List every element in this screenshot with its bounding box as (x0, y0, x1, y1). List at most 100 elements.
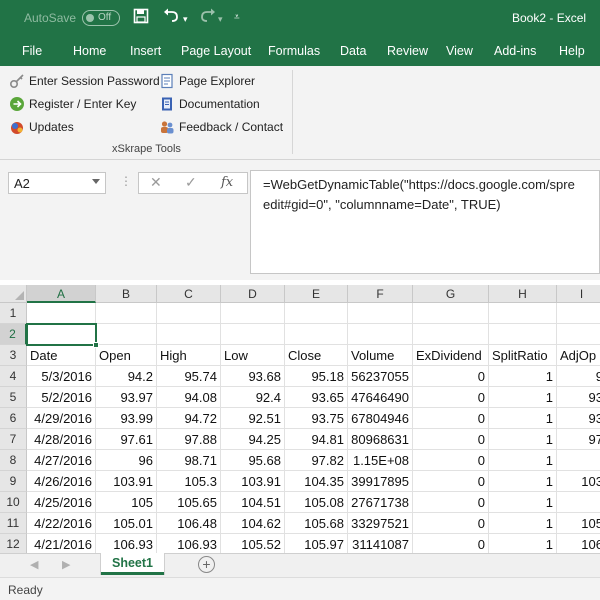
fill-handle[interactable] (93, 342, 99, 348)
cell-d4[interactable]: 93.68 (221, 366, 285, 387)
cell-g12[interactable]: 0 (413, 534, 489, 553)
cell-a7[interactable]: 4/28/2016 (27, 429, 96, 450)
tab-help[interactable]: Help (559, 44, 585, 58)
row-header-5[interactable]: 5 (0, 387, 27, 408)
select-all-corner[interactable] (0, 285, 27, 303)
cell-b9[interactable]: 103.91 (96, 471, 157, 492)
tab-home[interactable]: Home (73, 44, 106, 58)
cell-a1[interactable] (27, 303, 96, 324)
cell-c5[interactable]: 94.08 (157, 387, 221, 408)
cell-f4[interactable]: 56237055 (348, 366, 413, 387)
tab-data[interactable]: Data (340, 44, 366, 58)
cell-d5[interactable]: 92.4 (221, 387, 285, 408)
cell-a6[interactable]: 4/29/2016 (27, 408, 96, 429)
cell-f9[interactable]: 39917895 (348, 471, 413, 492)
autosave-toggle[interactable]: Off (82, 10, 120, 26)
row-header-1[interactable]: 1 (0, 303, 27, 324)
scroll-sheets-right-icon[interactable]: ▶ (62, 558, 70, 571)
cell-d12[interactable]: 105.52 (221, 534, 285, 553)
cell-g1[interactable] (413, 303, 489, 324)
row-header-8[interactable]: 8 (0, 450, 27, 471)
cell-d9[interactable]: 103.91 (221, 471, 285, 492)
name-box-dropdown-icon[interactable] (92, 179, 100, 184)
cell-c1[interactable] (157, 303, 221, 324)
cell-d2[interactable] (221, 324, 285, 345)
cell-d10[interactable]: 104.51 (221, 492, 285, 513)
column-header-e[interactable]: E (285, 285, 348, 303)
cell-b5[interactable]: 93.97 (96, 387, 157, 408)
cell-a5[interactable]: 5/2/2016 (27, 387, 96, 408)
cell-d7[interactable]: 94.25 (221, 429, 285, 450)
cell-b6[interactable]: 93.99 (96, 408, 157, 429)
cell-g2[interactable] (413, 324, 489, 345)
cell-h3[interactable]: SplitRatio (489, 345, 557, 366)
cell-b10[interactable]: 105 (96, 492, 157, 513)
cell-h11[interactable]: 1 (489, 513, 557, 534)
cell-f2[interactable] (348, 324, 413, 345)
cell-i7[interactable]: 97 (557, 429, 600, 450)
formula-input[interactable]: =WebGetDynamicTable("https://docs.google… (250, 170, 600, 274)
undo-icon[interactable] (163, 8, 181, 29)
cell-f5[interactable]: 47646490 (348, 387, 413, 408)
cell-a10[interactable]: 4/25/2016 (27, 492, 96, 513)
cell-e11[interactable]: 105.68 (285, 513, 348, 534)
cell-c7[interactable]: 97.88 (157, 429, 221, 450)
cell-h2[interactable] (489, 324, 557, 345)
cell-d6[interactable]: 92.51 (221, 408, 285, 429)
row-header-10[interactable]: 10 (0, 492, 27, 513)
cell-i9[interactable]: 103 (557, 471, 600, 492)
tab-formulas[interactable]: Formulas (268, 44, 320, 58)
cell-h5[interactable]: 1 (489, 387, 557, 408)
cell-f12[interactable]: 31141087 (348, 534, 413, 553)
row-header-9[interactable]: 9 (0, 471, 27, 492)
cell-f8[interactable]: 1.15E+08 (348, 450, 413, 471)
cell-f7[interactable]: 80968631 (348, 429, 413, 450)
cell-i10[interactable] (557, 492, 600, 513)
column-header-i[interactable]: I (557, 285, 600, 303)
cell-b3[interactable]: Open (96, 345, 157, 366)
column-header-b[interactable]: B (96, 285, 157, 303)
column-header-c[interactable]: C (157, 285, 221, 303)
cell-e3[interactable]: Close (285, 345, 348, 366)
cell-g6[interactable]: 0 (413, 408, 489, 429)
cell-h4[interactable]: 1 (489, 366, 557, 387)
cell-e12[interactable]: 105.97 (285, 534, 348, 553)
redo-icon[interactable] (198, 8, 216, 29)
formula-bar-resize-handle[interactable]: ⋮ (120, 174, 132, 188)
cell-c4[interactable]: 95.74 (157, 366, 221, 387)
page-explorer-button[interactable]: Page Explorer (159, 72, 255, 90)
tab-page-layout[interactable]: Page Layout (181, 44, 251, 58)
cell-d3[interactable]: Low (221, 345, 285, 366)
row-header-3[interactable]: 3 (0, 345, 27, 366)
cell-f11[interactable]: 33297521 (348, 513, 413, 534)
cell-f6[interactable]: 67804946 (348, 408, 413, 429)
row-header-7[interactable]: 7 (0, 429, 27, 450)
cell-b4[interactable]: 94.2 (96, 366, 157, 387)
enter-icon[interactable]: ✓ (185, 174, 197, 191)
row-header-2[interactable]: 2 (0, 324, 27, 345)
cell-h7[interactable]: 1 (489, 429, 557, 450)
cell-e4[interactable]: 95.18 (285, 366, 348, 387)
cell-c12[interactable]: 106.93 (157, 534, 221, 553)
insert-function-icon[interactable]: fx (221, 175, 233, 190)
cell-g8[interactable]: 0 (413, 450, 489, 471)
cell-f10[interactable]: 27671738 (348, 492, 413, 513)
cell-h10[interactable]: 1 (489, 492, 557, 513)
spreadsheet-grid[interactable]: A B C D E F G H I 1 2 3 Date Open High Low Close Volume Ex… (0, 285, 600, 553)
cell-i1[interactable] (557, 303, 600, 324)
feedback-contact-button[interactable]: Feedback / Contact (159, 118, 283, 136)
cell-c11[interactable]: 106.48 (157, 513, 221, 534)
row-header-11[interactable]: 11 (0, 513, 27, 534)
cell-e1[interactable] (285, 303, 348, 324)
cell-c8[interactable]: 98.71 (157, 450, 221, 471)
column-header-a[interactable]: A (27, 285, 96, 303)
documentation-button[interactable]: Documentation (159, 95, 260, 113)
cell-a11[interactable]: 4/22/2016 (27, 513, 96, 534)
name-box[interactable]: A2 (8, 172, 106, 194)
row-header-12[interactable]: 12 (0, 534, 27, 553)
cell-i5[interactable]: 93 (557, 387, 600, 408)
cell-i3[interactable]: AdjOp (557, 345, 600, 366)
cell-c3[interactable]: High (157, 345, 221, 366)
column-header-f[interactable]: F (348, 285, 413, 303)
cell-a8[interactable]: 4/27/2016 (27, 450, 96, 471)
